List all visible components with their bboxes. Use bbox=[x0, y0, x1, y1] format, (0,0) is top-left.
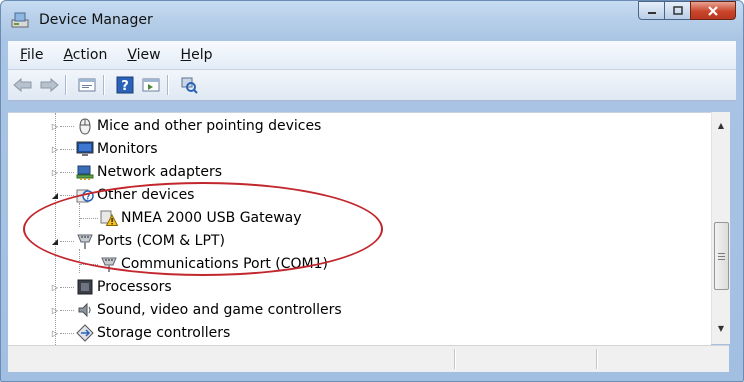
tree-connector bbox=[60, 287, 74, 288]
status-separator bbox=[596, 349, 598, 369]
menu-view[interactable]: View bbox=[115, 47, 168, 63]
caption-buttons bbox=[638, 1, 736, 23]
tree-connector bbox=[60, 333, 74, 334]
menu-action-accelerator: A bbox=[63, 47, 73, 63]
collapse-arrow-icon[interactable]: ◢ bbox=[50, 190, 60, 200]
monitor-icon bbox=[76, 141, 94, 156]
device-manager-window: Device Manager File Action View Help ? ▷… bbox=[0, 0, 744, 382]
tree-node-ports[interactable]: ◢ Ports (COM & LPT) bbox=[8, 230, 708, 252]
toolbar: ? bbox=[8, 70, 736, 101]
tree-node-processors[interactable]: ▷ Processors bbox=[8, 276, 708, 298]
expand-arrow-icon[interactable]: ▷ bbox=[50, 282, 60, 292]
network-adapter-icon bbox=[76, 165, 94, 180]
port-icon bbox=[77, 234, 93, 249]
window-title: Device Manager bbox=[39, 12, 153, 28]
tree-connector bbox=[60, 241, 74, 242]
tree-node-mice[interactable]: ▷ Mice and other pointing devices bbox=[8, 115, 708, 137]
scroll-thumb[interactable] bbox=[714, 222, 729, 290]
view-icon bbox=[142, 78, 160, 92]
toolbar-separator bbox=[65, 75, 67, 95]
svg-text:?: ? bbox=[86, 193, 91, 202]
tree-connector bbox=[80, 264, 98, 265]
tree-connector bbox=[80, 218, 98, 219]
device-manager-icon bbox=[11, 12, 29, 28]
speaker-icon bbox=[78, 302, 91, 318]
tree-node-sound[interactable]: ▷ Sound, video and game controllers bbox=[8, 299, 708, 321]
tree-node-com1[interactable]: Communications Port (COM1) bbox=[8, 253, 708, 275]
tree-node-storage[interactable]: ▷ Storage controllers bbox=[8, 322, 708, 344]
scan-hardware-button[interactable] bbox=[178, 75, 200, 95]
warning-device-icon bbox=[100, 210, 118, 226]
menu-file-label: ile bbox=[27, 47, 44, 63]
tree-node-label: Processors bbox=[97, 279, 172, 295]
device-tree[interactable]: ▷ Mice and other pointing devices ▷ Moni… bbox=[8, 112, 711, 345]
tree-connector bbox=[60, 126, 74, 127]
tree-node-nmea-gateway[interactable]: NMEA 2000 USB Gateway bbox=[8, 207, 708, 229]
expand-arrow-icon[interactable]: ▷ bbox=[50, 121, 60, 131]
help-icon: ? bbox=[116, 76, 134, 94]
tree-connector bbox=[60, 149, 74, 150]
storage-icon bbox=[76, 324, 94, 342]
menu-help[interactable]: Help bbox=[169, 47, 221, 63]
expand-arrow-icon[interactable]: ▷ bbox=[50, 305, 60, 315]
processor-icon bbox=[77, 279, 93, 295]
tree-connector bbox=[60, 310, 74, 311]
unknown-device-icon: ? bbox=[76, 189, 94, 203]
back-arrow-icon bbox=[13, 78, 32, 92]
port-icon bbox=[101, 257, 117, 272]
scroll-up-icon[interactable]: ▲ bbox=[712, 117, 730, 134]
help-button[interactable]: ? bbox=[114, 75, 136, 95]
back-button[interactable] bbox=[12, 75, 34, 95]
menu-file-accelerator: F bbox=[20, 47, 28, 63]
status-separator bbox=[454, 349, 456, 369]
scroll-down-icon[interactable]: ▼ bbox=[712, 320, 730, 337]
menu-help-label: elp bbox=[191, 47, 213, 63]
vertical-scrollbar[interactable]: ▲ ▼ bbox=[711, 112, 730, 344]
toolbar-separator bbox=[103, 75, 105, 95]
title-bar[interactable]: Device Manager bbox=[1, 1, 743, 39]
svg-text:?: ? bbox=[121, 79, 129, 94]
tree-node-label: Ports (COM & LPT) bbox=[97, 233, 225, 249]
tree-node-label: Other devices bbox=[97, 187, 195, 203]
forward-arrow-icon bbox=[40, 78, 59, 92]
tree-node-other-devices[interactable]: ◢ ? Other devices bbox=[8, 184, 708, 206]
properties-button[interactable] bbox=[76, 75, 98, 95]
expand-arrow-icon[interactable]: ▷ bbox=[50, 328, 60, 338]
close-icon bbox=[708, 5, 718, 16]
menu-action[interactable]: Action bbox=[51, 47, 115, 63]
menu-view-accelerator: V bbox=[127, 47, 137, 63]
toolbar-separator bbox=[167, 75, 169, 95]
menu-bar: File Action View Help bbox=[8, 41, 736, 70]
expand-arrow-icon[interactable]: ▷ bbox=[50, 144, 60, 154]
tree-node-label: Sound, video and game controllers bbox=[97, 302, 342, 318]
menu-help-accelerator: H bbox=[180, 47, 192, 63]
tree-node-monitors[interactable]: ▷ Monitors bbox=[8, 138, 708, 160]
tree-node-label: Mice and other pointing devices bbox=[97, 118, 322, 134]
minimize-button[interactable] bbox=[638, 1, 665, 20]
scan-hardware-icon bbox=[181, 77, 198, 94]
grip-icon bbox=[718, 252, 725, 260]
tree-node-label: Communications Port (COM1) bbox=[121, 256, 328, 272]
close-button[interactable] bbox=[690, 1, 736, 20]
status-bar bbox=[8, 345, 729, 372]
menu-action-label: ction bbox=[72, 47, 108, 63]
properties-icon bbox=[78, 78, 96, 92]
menu-file[interactable]: File bbox=[8, 47, 51, 63]
collapse-arrow-icon[interactable]: ◢ bbox=[50, 236, 60, 246]
tree-connector bbox=[60, 172, 74, 173]
tree-node-label: NMEA 2000 USB Gateway bbox=[121, 210, 302, 226]
minimize-icon bbox=[647, 11, 656, 14]
forward-button[interactable] bbox=[38, 75, 60, 95]
tree-node-label: Storage controllers bbox=[97, 325, 231, 341]
mouse-icon bbox=[79, 118, 91, 135]
maximize-icon bbox=[672, 6, 683, 15]
tree-node-network-adapters[interactable]: ▷ Network adapters bbox=[8, 161, 708, 183]
view-button[interactable] bbox=[140, 75, 162, 95]
tree-connector bbox=[60, 195, 74, 196]
expand-arrow-icon[interactable]: ▷ bbox=[50, 167, 60, 177]
menu-view-label: iew bbox=[136, 47, 161, 63]
tree-node-label: Monitors bbox=[97, 141, 158, 157]
tree-node-label: Network adapters bbox=[97, 164, 222, 180]
maximize-button[interactable] bbox=[664, 1, 691, 20]
